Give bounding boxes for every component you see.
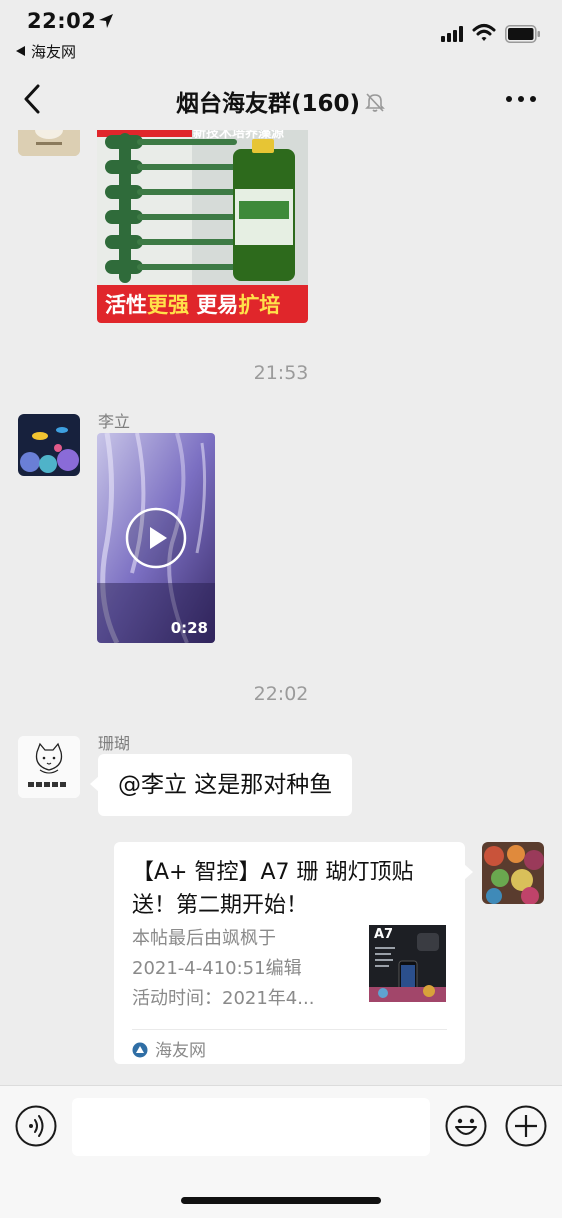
play-icon[interactable] (125, 507, 187, 569)
video-message[interactable]: 0:28 (97, 433, 215, 643)
avatar-image (18, 130, 80, 156)
timestamp: 21:53 (253, 362, 309, 384)
timestamp: 22:02 (253, 683, 309, 705)
chat-title-text: 烟台海友群(160) (175, 91, 361, 117)
signal-icon (441, 26, 465, 42)
shared-image[interactable]: 新技术培养藻源 活性更强 更易扩培 (97, 130, 308, 323)
back-triangle-icon (16, 46, 25, 56)
reef-fish-avatar-image (18, 414, 80, 476)
location-arrow-icon (99, 14, 113, 28)
source-logo-icon (132, 1042, 148, 1058)
chat-title: 烟台海友群(160) (0, 84, 562, 118)
mute-bell-icon (365, 93, 385, 112)
sender-avatar[interactable] (18, 130, 80, 156)
video-duration: 0:28 (170, 619, 208, 637)
wifi-icon (472, 24, 496, 41)
coral-avatar-image (482, 842, 544, 904)
link-card-desc-line: 本帖最后由飒枫于 (132, 928, 276, 949)
nav-bar: 烟台海友群(160) (0, 70, 562, 130)
plus-icon[interactable] (505, 1105, 547, 1147)
cat-avatar-image (18, 736, 80, 798)
link-card-title: 【A+ 智控】A7 珊 瑚灯顶贴送！第二期开始！ (132, 860, 414, 918)
sender-avatar[interactable] (18, 736, 80, 798)
link-card-source-name: 海友网 (155, 1041, 206, 1061)
link-card-divider (132, 1029, 447, 1030)
message-input[interactable] (72, 1098, 430, 1156)
back-to-app-link[interactable]: 海友网 (16, 41, 76, 62)
home-indicator[interactable] (181, 1197, 381, 1204)
clock: 22:02 (27, 9, 97, 33)
chat-area[interactable]: 新技术培养藻源 活性更强 更易扩培 21:53 李立 0:28 22:02 珊瑚… (0, 130, 562, 1085)
more-dots-icon[interactable] (506, 96, 536, 104)
link-card-source: 海友网 (132, 1036, 206, 1061)
status-bar: 22:02 海友网 (0, 0, 562, 70)
link-card-desc-line: 活动时间：2021年4... (132, 988, 315, 1009)
sender-avatar[interactable] (18, 414, 80, 476)
link-card-thumbnail: A7 (369, 925, 446, 1002)
battery-icon (505, 25, 540, 43)
back-app-label: 海友网 (31, 43, 77, 61)
my-avatar[interactable] (482, 842, 544, 904)
ad-top-text: 新技术培养藻源 (193, 130, 285, 141)
ad-bottom-text: 活性更强 更易扩培 (105, 293, 281, 317)
sender-name: 李立 (98, 412, 131, 431)
emoji-icon[interactable] (445, 1105, 487, 1147)
voice-icon[interactable] (15, 1105, 57, 1147)
message-bubble[interactable]: @李立 这是那对种鱼 (89, 754, 353, 816)
sender-name: 珊瑚 (98, 734, 131, 753)
link-card-desc-line: 2021-4-410:51编辑 (132, 958, 302, 979)
link-card[interactable]: 【A+ 智控】A7 珊 瑚灯顶贴送！第二期开始！ 本帖最后由飒枫于 2021-4… (114, 842, 473, 1064)
link-card-thumb-label: A7 (374, 927, 394, 942)
link-card-description: 本帖最后由飒枫于 2021-4-410:51编辑 活动时间：2021年4... (132, 924, 360, 1014)
